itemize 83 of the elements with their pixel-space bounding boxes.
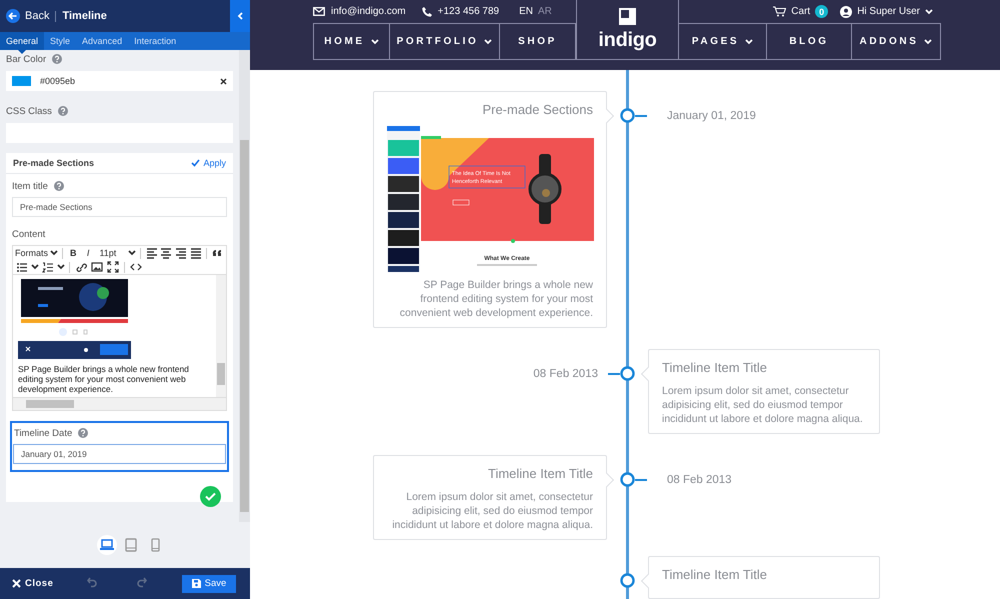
- email-link[interactable]: info@indigo.com: [331, 6, 406, 17]
- timeline-date: 08 Feb 2013: [533, 368, 598, 380]
- watch-drawing: [528, 154, 562, 224]
- back-button[interactable]: Back: [6, 9, 50, 23]
- align-center-icon[interactable]: [160, 246, 173, 260]
- formats-dropdown[interactable]: Formats: [15, 248, 58, 258]
- help-icon: [58, 106, 68, 116]
- tab[interactable]: Advanced: [76, 32, 128, 50]
- laptop-icon: [99, 539, 115, 551]
- vertical-scrollbar[interactable]: [216, 275, 226, 397]
- logo-text: indigo: [598, 28, 657, 52]
- close-icon: [12, 579, 21, 588]
- apply-button[interactable]: Apply: [191, 158, 226, 168]
- timeline-item-title: Pre-made Sections: [481, 102, 593, 117]
- tablet-icon: [125, 538, 137, 552]
- nav-menu-item[interactable]: HOME: [313, 23, 390, 60]
- timeline-date: January 01, 2019: [667, 110, 756, 122]
- phone-icon: [150, 538, 160, 552]
- cart-link[interactable]: Cart 0: [773, 5, 828, 18]
- field-label: Bar Color: [6, 54, 46, 64]
- font-size-dropdown[interactable]: 11pt: [96, 248, 136, 258]
- panel-title: Timeline: [62, 10, 108, 22]
- clear-icon[interactable]: [220, 78, 227, 84]
- nav-menu-item[interactable]: PAGES: [679, 23, 767, 60]
- field-label: CSS Class: [6, 106, 52, 116]
- cart-count-badge: 0: [815, 5, 828, 18]
- close-button[interactable]: Close: [12, 578, 54, 589]
- numbered-list-icon[interactable]: [41, 260, 55, 274]
- nav-menu-item[interactable]: SHOP: [500, 23, 576, 60]
- help-icon: [78, 428, 88, 438]
- item-card-title: Pre-made Sections: [13, 158, 94, 168]
- phone-number: +123 456 789: [438, 6, 500, 17]
- field-label: Item title: [12, 180, 48, 192]
- link-icon[interactable]: [74, 260, 88, 274]
- timeline-item-text: Lorem ipsum dolor sit amet, consectetur adipisicing elit, sed do eiusmod tempor incididunt ut labore et dolore magna aliqua.: [391, 490, 593, 532]
- panel-scrollbar[interactable]: [239, 50, 250, 522]
- logo-mark-icon: [619, 8, 636, 24]
- chevron-down-icon: [925, 8, 933, 14]
- caret-icon: [128, 250, 136, 256]
- language-link[interactable]: EN: [519, 6, 533, 17]
- tab[interactable]: Style: [44, 32, 76, 50]
- timeline-item-title: Timeline Item Title: [662, 360, 768, 375]
- color-field[interactable]: #0095eb: [6, 71, 233, 91]
- laptop-view-button[interactable]: [97, 535, 117, 555]
- chevron-left-icon: [237, 12, 243, 20]
- timeline-item-title: Timeline Item Title: [487, 466, 593, 481]
- back-arrow-icon: [6, 9, 20, 23]
- nav-menu-item[interactable]: ADDONS: [852, 23, 941, 60]
- timeline-node-icon: [620, 573, 635, 588]
- phone-icon: [422, 6, 432, 16]
- check-icon: [191, 159, 200, 167]
- horizontal-scrollbar[interactable]: [13, 397, 226, 410]
- align-justify-icon[interactable]: [190, 246, 202, 260]
- timeline-item-text: SP Page Builder brings a whole new frontend editing system for your most convenient web development experience.: [398, 278, 593, 320]
- help-icon: [52, 54, 62, 64]
- fullscreen-icon[interactable]: [106, 260, 120, 274]
- timeline-date-field[interactable]: January 01, 2019: [13, 444, 226, 464]
- collapse-panel-button[interactable]: [230, 0, 250, 32]
- timeline-date: 08 Feb 2013: [667, 474, 732, 486]
- align-left-icon[interactable]: [145, 246, 158, 260]
- help-icon: [54, 181, 64, 191]
- nav-menu-item[interactable]: BLOG: [767, 23, 852, 60]
- language-link[interactable]: AR: [538, 6, 552, 17]
- save-button[interactable]: Save: [182, 574, 236, 592]
- image-icon[interactable]: [90, 260, 104, 274]
- field-label: Content: [12, 228, 46, 240]
- editor-text: SP Page Builder brings a whole new frontend editing system for your most convenient web development experience.: [18, 364, 190, 394]
- align-right-icon[interactable]: [174, 246, 188, 260]
- cart-icon: [773, 6, 786, 17]
- nav-menu-item[interactable]: PORTFOLIO: [390, 23, 500, 60]
- user-menu[interactable]: Hi Super User: [840, 6, 933, 18]
- user-icon: [840, 6, 852, 18]
- envelope-icon: [313, 7, 325, 16]
- italic-button[interactable]: I: [82, 246, 94, 260]
- item-title-field[interactable]: Pre-made Sections: [12, 197, 227, 217]
- field-label: Timeline Date: [14, 428, 72, 438]
- timeline-item-title: Timeline Item Title: [662, 567, 768, 582]
- bold-button[interactable]: B: [66, 246, 80, 260]
- tab[interactable]: Interaction: [128, 32, 182, 50]
- caret-icon: [31, 264, 39, 270]
- color-swatch: [12, 76, 31, 86]
- timeline-item-text: Lorem ipsum dolor sit amet, consectetur adipisicing elit, sed do eiusmod tempor incididunt ut labore et dolore magna aliqua.: [662, 384, 864, 426]
- bullet-list-icon[interactable]: [15, 260, 29, 274]
